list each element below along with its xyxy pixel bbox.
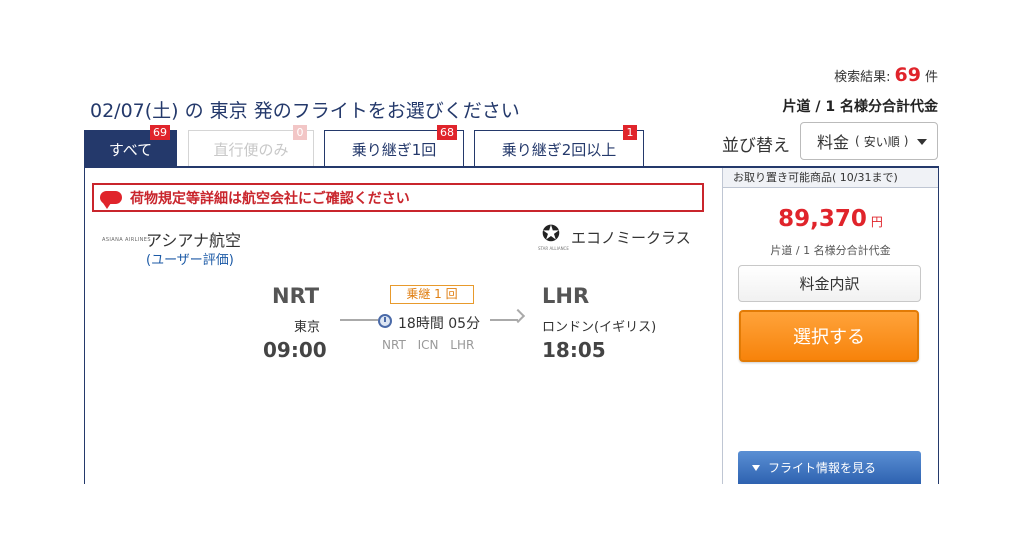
sort-paren-close: )	[903, 134, 909, 148]
tab-one-stop[interactable]: 乗り継ぎ1回 68	[324, 125, 464, 167]
tab-direct-only-count-badge: 0	[293, 125, 307, 140]
fare-currency: 円	[870, 215, 883, 229]
result-count-unit: 件	[924, 70, 938, 85]
tab-direct-only-label: 直行便のみ	[213, 140, 289, 159]
result-count-label: 検索結果:	[834, 70, 891, 85]
arrival-time: 18:05	[542, 338, 606, 362]
sort-label: 並び替え	[722, 136, 790, 156]
tab-two-plus-stops[interactable]: 乗り継ぎ2回以上 1	[474, 125, 644, 167]
fare-breakdown-button[interactable]: 料金内訳	[738, 265, 921, 302]
select-flight-button[interactable]: 選択する	[739, 310, 919, 362]
sort-qualifier: 安い順	[863, 134, 900, 149]
departure-time: 09:00	[263, 338, 327, 362]
tab-direct-only[interactable]: 直行便のみ 0	[188, 125, 314, 167]
cabin-class: エコノミークラス	[571, 229, 691, 247]
airline-logo: ASIANA AIRLINES	[102, 237, 151, 243]
baggage-notice-text: 荷物規定等詳細は航空会社にご確認ください	[130, 190, 410, 207]
sort-value: 料金	[817, 133, 850, 152]
tab-one-stop-count-badge: 68	[437, 125, 457, 140]
price-basis-note: 片道 / 1 名様分合計代金	[782, 99, 938, 115]
route-line	[340, 319, 378, 321]
clock-icon	[378, 314, 392, 328]
tab-all[interactable]: すべて 69	[84, 125, 177, 167]
arrival-airport-code: LHR	[542, 284, 590, 308]
departure-airport-code: NRT	[272, 284, 320, 308]
result-count-number: 69	[894, 64, 921, 86]
sort-paren-open: (	[855, 134, 860, 148]
arrival-city: ロンドン(イギリス)	[542, 320, 657, 335]
triangle-down-icon	[752, 464, 760, 471]
result-count: 検索結果: 69 件	[834, 64, 938, 86]
airline-name: アシアナ航空	[146, 231, 242, 250]
baggage-notice: 荷物規定等詳細は航空会社にご確認ください	[92, 183, 704, 212]
star-icon: ✪	[541, 222, 561, 247]
flight-duration: 18時間 05分	[398, 316, 481, 332]
flight-info-button[interactable]: フライト情報を見る	[738, 451, 921, 484]
sort-select[interactable]: 料金 ( 安い順 )	[800, 122, 938, 160]
hold-available-label: お取り置き可能商品( 10/31まで)	[723, 168, 938, 188]
tab-all-count-badge: 69	[150, 125, 170, 140]
user-rating-link[interactable]: (ユーザー評価)	[146, 249, 234, 268]
departure-city: 東京	[294, 320, 321, 335]
result-card-right-border	[938, 168, 939, 484]
fare-amount: 89,370	[778, 206, 867, 232]
speech-bubble-icon	[100, 191, 122, 209]
fare-note: 片道 / 1 名様分合計代金	[770, 244, 891, 257]
star-alliance-icon: ✪ STAR ALLIANCE	[538, 222, 569, 252]
tab-two-plus-stops-count-badge: 1	[623, 125, 637, 140]
alliance-caption: STAR ALLIANCE	[538, 246, 569, 251]
stops-badge: 乗継 1 回	[390, 285, 474, 304]
route-airports: NRT ICN LHR	[382, 338, 475, 352]
result-card-left-border	[84, 168, 85, 484]
chevron-down-icon	[917, 139, 927, 145]
page-title: 02/07(土) の 東京 発のフライトをお選びください	[90, 100, 520, 122]
tab-all-label: すべて	[108, 140, 153, 159]
fare-price: 89,370 円	[723, 206, 938, 232]
tab-one-stop-label: 乗り継ぎ1回	[351, 140, 437, 159]
tab-two-plus-stops-label: 乗り継ぎ2回以上	[501, 140, 617, 159]
flight-info-button-label: フライト情報を見る	[768, 461, 877, 475]
